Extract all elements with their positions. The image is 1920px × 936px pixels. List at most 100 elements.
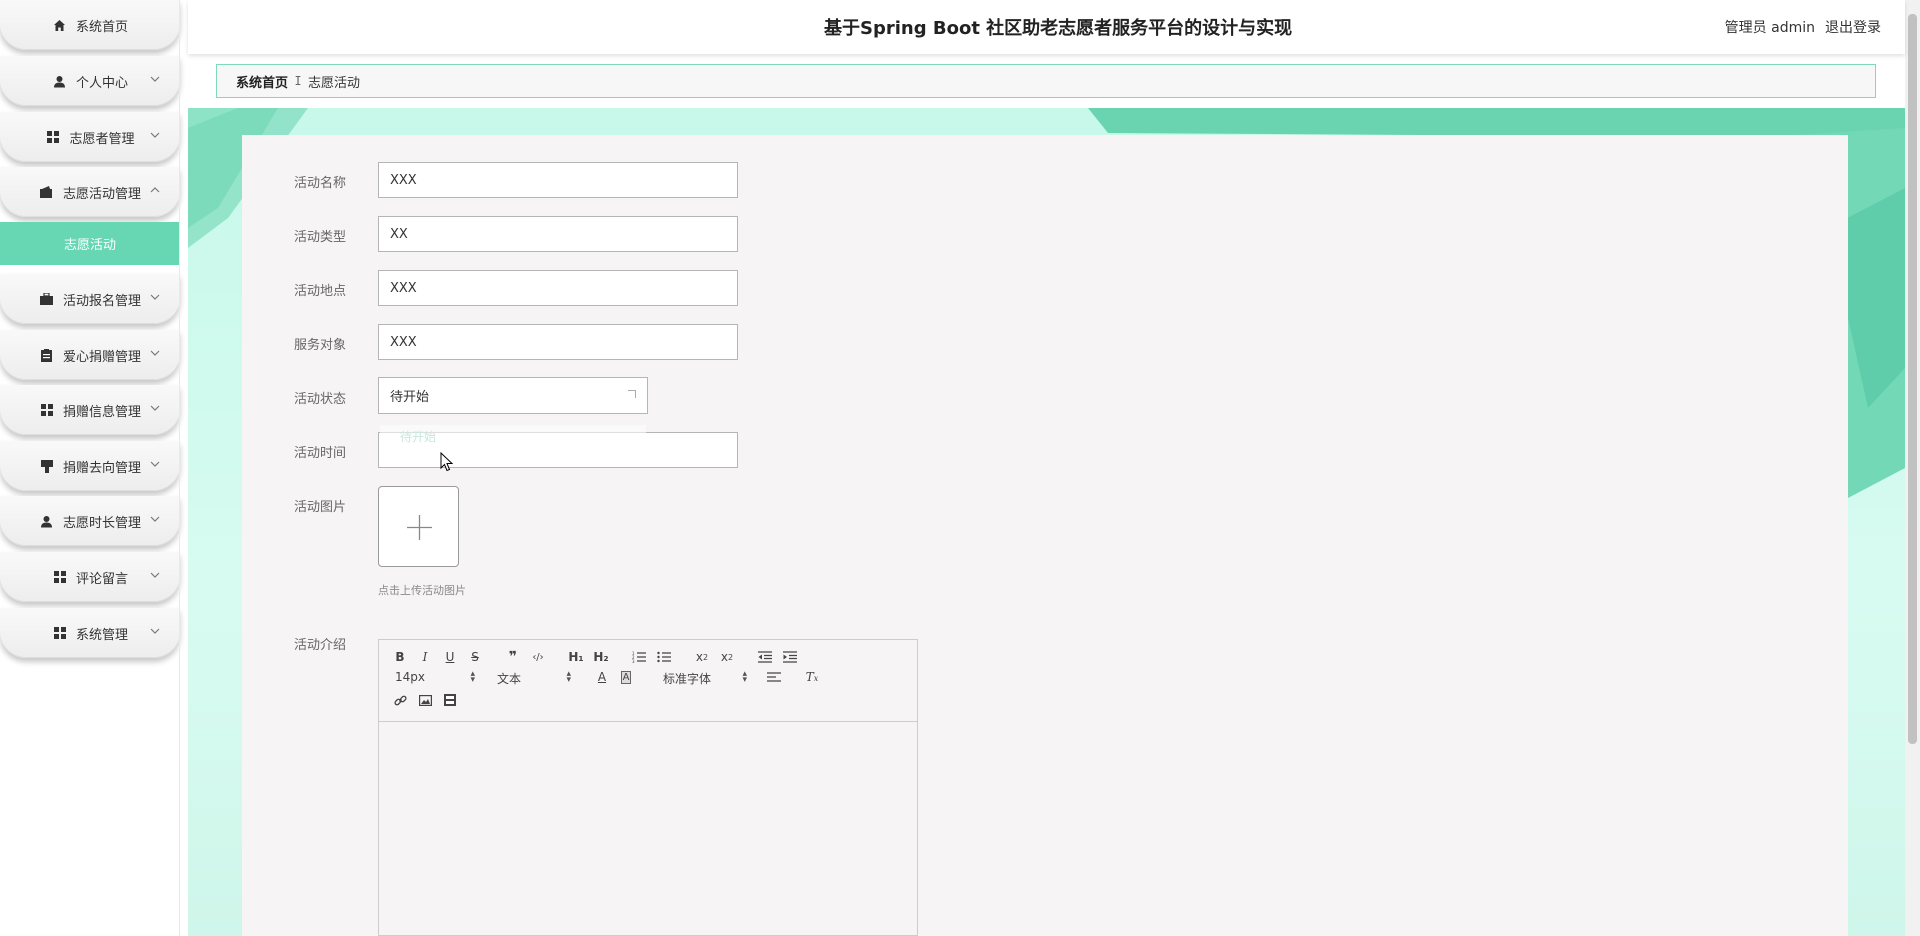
- activity-image-label: 活动图片: [294, 500, 347, 515]
- h1-button[interactable]: H₁: [567, 648, 585, 666]
- italic-button[interactable]: I: [416, 648, 434, 666]
- current-user: 管理员 admin: [1724, 20, 1815, 36]
- user-icon: [39, 513, 55, 529]
- font-color-button[interactable]: A: [593, 668, 611, 686]
- chevron-down-icon: [150, 461, 160, 467]
- service-target-label: 服务对象: [294, 338, 347, 353]
- editor-toolbar: B I U S ❞ ‹/› H₁ H₂ 123 x2 x2 14px ▴ ▾ 文本…: [379, 640, 917, 722]
- sign-icon: [39, 458, 55, 474]
- svg-text:3: 3: [632, 659, 635, 663]
- strike-button[interactable]: S: [466, 648, 484, 666]
- image-button[interactable]: [416, 691, 434, 709]
- indent-icon: [783, 651, 797, 663]
- breadcrumb: 系统首页 ⵊ 志愿活动: [216, 64, 1876, 98]
- logout-link[interactable]: 退出登录: [1825, 17, 1881, 37]
- activity-status-select[interactable]: 待开始: [378, 377, 648, 414]
- home-icon: [52, 17, 68, 33]
- chevron-down-icon: [150, 405, 160, 411]
- activity-type-input[interactable]: [378, 216, 738, 252]
- ordered-list-button[interactable]: 123: [630, 648, 648, 666]
- sidebar-item-label: 志愿者管理: [69, 131, 135, 147]
- image-upload-button[interactable]: [378, 486, 459, 567]
- sidebar-item-activity-mgmt[interactable]: 志愿活动管理: [0, 167, 180, 217]
- plus-icon: [407, 515, 432, 540]
- activity-time-label: 活动时间: [294, 446, 347, 461]
- sidebar-item-label: 志愿时长管理: [62, 515, 141, 531]
- activity-status-label: 活动状态: [294, 392, 347, 407]
- sidebar-item-label: 爱心捐赠管理: [62, 349, 141, 365]
- superscript-button[interactable]: x2: [718, 648, 736, 666]
- h2-button[interactable]: H₂: [592, 648, 610, 666]
- sidebar-item-label: 志愿活动管理: [62, 186, 141, 202]
- clear-format-button[interactable]: Tx: [803, 668, 821, 686]
- sidebar-item-label: 评论留言: [75, 571, 128, 587]
- sidebar: 系统首页 个人中心 志愿者管理 志愿活动管理 志愿活动 活动报名管理 爱心捐赠管…: [0, 0, 180, 936]
- sidebar-item-label: 个人中心: [75, 75, 128, 91]
- header-picker-value: 文本: [497, 672, 522, 686]
- header-picker[interactable]: 文本 ▴ ▾: [497, 669, 571, 687]
- sidebar-item-home[interactable]: 系统首页: [0, 0, 180, 50]
- sidebar-item-volunteers[interactable]: 志愿者管理: [0, 112, 180, 162]
- sidebar-item-comments[interactable]: 评论留言: [0, 552, 180, 602]
- outdent-icon: [758, 651, 772, 663]
- grid-icon: [52, 625, 68, 641]
- sidebar-item-donation-destination[interactable]: 捐赠去向管理: [0, 441, 180, 491]
- sidebar-subitem-volunteer-activity[interactable]: 志愿活动: [0, 222, 180, 265]
- scrollbar-thumb[interactable]: [1908, 14, 1917, 744]
- sidebar-item-donation-info[interactable]: 捐赠信息管理: [0, 385, 180, 435]
- subscript-button[interactable]: x2: [693, 648, 711, 666]
- link-button[interactable]: [391, 691, 409, 709]
- sidebar-item-profile[interactable]: 个人中心: [0, 56, 180, 106]
- sidebar-item-signup-mgmt[interactable]: 活动报名管理: [0, 274, 180, 324]
- outdent-button[interactable]: [756, 648, 774, 666]
- activity-name-label: 活动名称: [294, 176, 347, 191]
- grid-icon: [39, 402, 55, 418]
- chevron-down-icon: [150, 76, 160, 82]
- activity-location-input[interactable]: [378, 270, 738, 306]
- briefcase-icon: [39, 291, 55, 307]
- rich-text-editor: B I U S ❞ ‹/› H₁ H₂ 123 x2 x2 14px ▴ ▾ 文本…: [378, 639, 918, 936]
- sidebar-item-label: 捐赠信息管理: [62, 404, 141, 420]
- bullet-list-button[interactable]: [655, 648, 673, 666]
- select-caret-icon: [628, 390, 636, 398]
- font-family-picker[interactable]: 标准字体 ▴ ▾: [663, 669, 747, 687]
- blockquote-button[interactable]: ❞: [504, 648, 522, 666]
- code-button[interactable]: ‹/›: [529, 648, 547, 666]
- picker-arrows-icon: ▴ ▾: [742, 669, 747, 685]
- sidebar-item-donation-mgmt[interactable]: 爱心捐赠管理: [0, 330, 180, 380]
- indent-button[interactable]: [781, 648, 799, 666]
- activity-status-value: 待开始: [390, 390, 430, 405]
- font-size-picker[interactable]: 14px ▴ ▾: [395, 670, 475, 685]
- activity-location-label: 活动地点: [294, 284, 347, 299]
- page-scrollbar[interactable]: [1905, 0, 1920, 936]
- sidebar-item-system[interactable]: 系统管理: [0, 608, 180, 658]
- grid-icon: [52, 569, 68, 585]
- chevron-down-icon: [150, 350, 160, 356]
- activity-name-input[interactable]: [378, 162, 738, 198]
- activity-type-label: 活动类型: [294, 230, 347, 245]
- align-button[interactable]: [765, 668, 783, 686]
- sidebar-item-label: 捐赠去向管理: [62, 460, 141, 476]
- activity-intro-label: 活动介绍: [294, 638, 347, 653]
- sidebar-item-label: 系统首页: [75, 19, 128, 35]
- video-button[interactable]: [441, 691, 459, 709]
- status-dropdown-option[interactable]: 待开始: [400, 428, 436, 445]
- wallet-icon: [39, 184, 55, 200]
- sidebar-item-hours-mgmt[interactable]: 志愿时长管理: [0, 496, 180, 546]
- chevron-down-icon: [150, 572, 160, 578]
- chevron-down-icon: [150, 628, 160, 634]
- picker-arrows-icon: ▴ ▾: [566, 669, 571, 685]
- font-size-value: 14px: [395, 670, 425, 684]
- background-color-button[interactable]: A: [617, 668, 635, 686]
- font-family-value: 标准字体: [663, 672, 712, 686]
- top-header: 基于Spring Boot 社区助老志愿者服务平台的设计与实现 管理员 admi…: [188, 0, 1905, 54]
- breadcrumb-home[interactable]: 系统首页: [236, 72, 288, 91]
- clear-format-icon: Tx: [805, 670, 819, 684]
- bold-button[interactable]: B: [391, 648, 409, 666]
- clipboard-icon: [39, 347, 55, 363]
- upload-hint: 点击上传活动图片: [378, 584, 466, 597]
- bg-color-icon: A: [620, 670, 632, 684]
- bullet-list-icon: [657, 651, 671, 663]
- service-target-input[interactable]: [378, 324, 738, 360]
- underline-button[interactable]: U: [441, 648, 459, 666]
